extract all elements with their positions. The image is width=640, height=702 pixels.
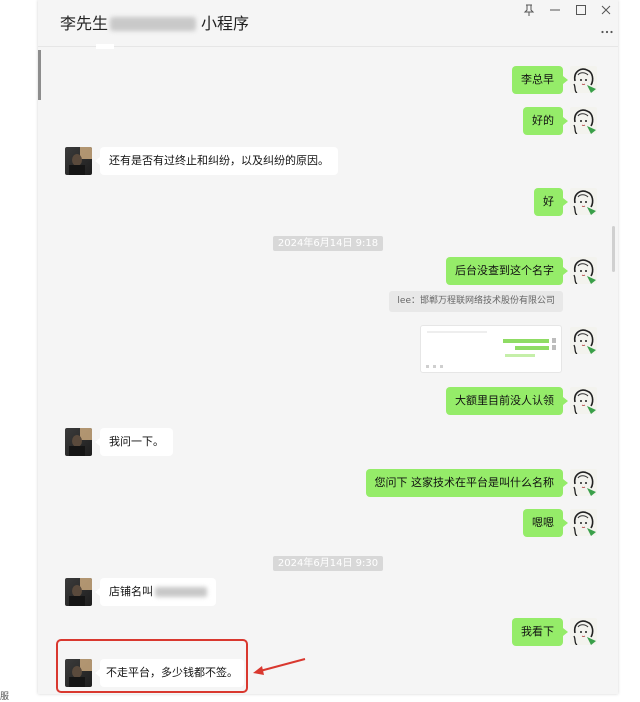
- timestamp: 2024年6月14日 9:18: [272, 236, 384, 251]
- my-avatar[interactable]: [570, 618, 597, 645]
- card-dot: [440, 365, 443, 368]
- received-message-bubble[interactable]: 店铺名叫: [95, 578, 216, 606]
- card-green-bar: [503, 339, 549, 343]
- image-message-card[interactable]: [420, 325, 562, 373]
- quoted-message[interactable]: lee：邯郸万程联网络技术股份有限公司: [389, 291, 563, 312]
- timestamp-row: 2024年6月14日 9:30: [38, 551, 618, 571]
- maximize-icon[interactable]: [574, 3, 588, 17]
- card-line: [427, 331, 487, 333]
- timestamp-row: 2024年6月14日 9:18: [38, 231, 618, 251]
- my-avatar[interactable]: [570, 387, 597, 414]
- left-scroll-edge: [38, 50, 41, 100]
- my-avatar[interactable]: [570, 327, 597, 354]
- card-mark: [552, 345, 556, 350]
- my-avatar[interactable]: [570, 188, 597, 215]
- sent-message-bubble[interactable]: 我看下: [512, 618, 568, 646]
- blurred-shop-name: [155, 587, 207, 597]
- timestamp: 2024年6月14日 9:30: [272, 556, 384, 571]
- received-message-bubble[interactable]: 我问一下。: [95, 428, 173, 456]
- sent-message-bubble[interactable]: 大额里目前没人认领: [446, 387, 568, 415]
- chat-title-suffix: 小程序: [201, 14, 250, 33]
- sent-message-bubble[interactable]: 您问下 这家技术在平台是叫什么名称: [365, 469, 568, 497]
- sent-message-bubble[interactable]: 后台没查到这个名字: [446, 257, 568, 285]
- card-green-bar: [505, 354, 535, 357]
- chat-title: 李先生: [60, 14, 109, 33]
- minimize-icon[interactable]: [548, 3, 562, 17]
- card-green-bar: [515, 346, 549, 350]
- card-dot: [426, 365, 429, 368]
- sent-message-bubble[interactable]: 好的: [523, 107, 568, 135]
- my-avatar[interactable]: [570, 257, 597, 284]
- red-highlight-box: [56, 639, 248, 693]
- my-avatar[interactable]: [570, 107, 597, 134]
- my-avatar[interactable]: [570, 509, 597, 536]
- card-mark: [552, 338, 556, 343]
- received-message-bubble[interactable]: 还有是否有过终止和纠纷，以及纠纷的原因。: [95, 147, 338, 175]
- contact-avatar[interactable]: [65, 428, 92, 456]
- contact-avatar[interactable]: [65, 147, 92, 175]
- pin-icon[interactable]: [522, 3, 536, 17]
- message-text: 店铺名叫: [109, 585, 153, 598]
- sent-message-bubble[interactable]: 李总早: [512, 66, 568, 94]
- my-avatar[interactable]: [570, 469, 597, 496]
- cut-off-message: [96, 44, 114, 49]
- more-icon[interactable]: [600, 25, 614, 39]
- blurred-title-segment: [110, 17, 196, 31]
- red-arrow-icon: [253, 658, 306, 675]
- card-dot: [433, 365, 436, 368]
- close-icon[interactable]: [599, 3, 613, 17]
- sent-message-bubble[interactable]: 嗯嗯: [523, 509, 568, 537]
- contact-avatar[interactable]: [65, 578, 92, 606]
- my-avatar[interactable]: [570, 66, 597, 93]
- sent-message-bubble[interactable]: 好: [534, 188, 568, 216]
